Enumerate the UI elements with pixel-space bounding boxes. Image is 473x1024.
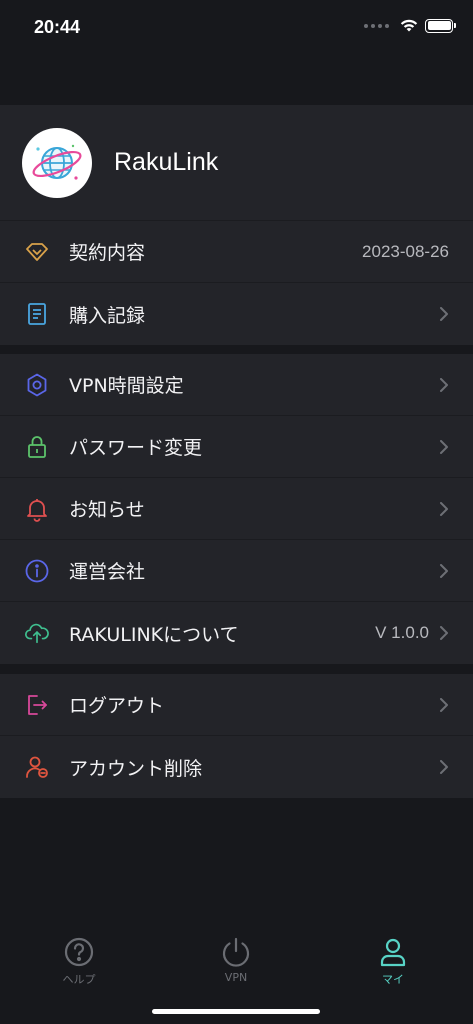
account-actions-card: ログアウト アカウント削除: [0, 674, 473, 798]
avatar: [22, 127, 92, 198]
menu-item-label: 運営会社: [69, 561, 146, 583]
document-icon: [24, 301, 50, 327]
tab-label: ヘルプ: [62, 973, 96, 986]
menu-item-company[interactable]: 運営会社: [0, 540, 473, 602]
wifi-icon: [400, 19, 418, 32]
chevron-right-icon: [440, 440, 448, 454]
menu-item-purchase-history[interactable]: 購入記録: [0, 283, 473, 345]
tab-label: マイ: [382, 973, 404, 986]
tab-label: VPN: [224, 971, 248, 984]
battery-icon: [425, 18, 456, 33]
profile-header: RakuLink: [0, 105, 473, 221]
menu-item-about[interactable]: RAKULINKについて V 1.0.0: [0, 602, 473, 664]
globe-logo-icon: [32, 144, 82, 180]
info-icon: [24, 558, 50, 584]
bell-icon: [24, 496, 50, 522]
account-card: RakuLink 契約内容 2023-08-26 購入記録: [0, 105, 473, 345]
chevron-right-icon: [440, 626, 448, 640]
chevron-right-icon: [440, 760, 448, 774]
gear-icon: [24, 372, 50, 398]
chevron-right-icon: [440, 307, 448, 321]
diamond-icon: [24, 239, 50, 265]
menu-item-label: パスワード変更: [69, 437, 203, 459]
chevron-right-icon: [440, 502, 448, 516]
menu-item-label: 契約内容: [69, 242, 146, 264]
menu-item-label: ログアウト: [69, 695, 165, 717]
menu-item-delete-account[interactable]: アカウント削除: [0, 736, 473, 798]
settings-card: VPN時間設定 パスワード変更 お知らせ 運営会社 RAKULINKについて V…: [0, 354, 473, 664]
menu-item-vpn-time[interactable]: VPN時間設定: [0, 354, 473, 416]
menu-item-label: お知らせ: [69, 499, 145, 521]
menu-item-label: VPN時間設定: [69, 375, 184, 397]
profile-name: RakuLink: [114, 148, 219, 176]
lock-icon: [24, 434, 50, 460]
status-bar: 20:44: [0, 0, 473, 56]
signal-icon: [364, 23, 389, 28]
menu-item-label: 購入記録: [69, 304, 146, 327]
cloud-upload-icon: [24, 620, 50, 646]
tab-vpn[interactable]: VPN: [191, 936, 281, 984]
user-delete-icon: [24, 754, 50, 780]
help-icon: [64, 937, 94, 967]
status-time: 20:44: [34, 17, 81, 37]
menu-item-contract[interactable]: 契約内容 2023-08-26: [0, 221, 473, 283]
contract-date: 2023-08-26: [362, 241, 449, 261]
logout-icon: [24, 692, 50, 718]
chevron-right-icon: [440, 564, 448, 578]
menu-item-label: RAKULINKについて: [69, 623, 239, 646]
chevron-right-icon: [440, 698, 448, 712]
person-icon: [380, 938, 406, 967]
menu-item-password[interactable]: パスワード変更: [0, 416, 473, 478]
menu-item-logout[interactable]: ログアウト: [0, 674, 473, 736]
power-icon: [222, 937, 250, 967]
chevron-right-icon: [440, 378, 448, 392]
menu-item-label: アカウント削除: [69, 757, 203, 780]
app-version: V 1.0.0: [375, 623, 429, 642]
home-indicator: [152, 1009, 320, 1014]
status-indicators: [364, 18, 456, 33]
menu-item-notices[interactable]: お知らせ: [0, 478, 473, 540]
tab-my[interactable]: マイ: [348, 936, 438, 987]
tab-help[interactable]: ヘルプ: [34, 936, 124, 987]
